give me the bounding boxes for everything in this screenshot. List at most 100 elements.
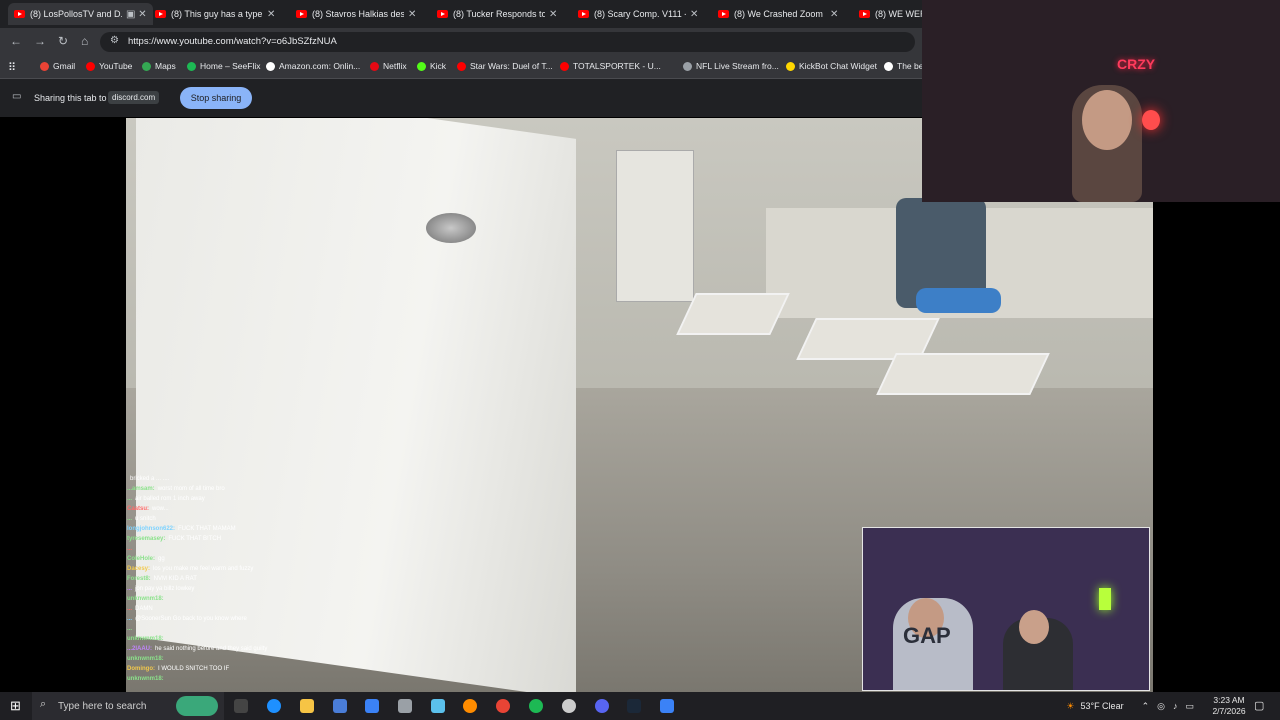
address-bar[interactable]: ⚙ https://www.youtube.com/watch?v=o6JbSZ… xyxy=(100,32,915,52)
chat-message: ... air balled rom 1 inch away xyxy=(127,494,427,504)
app-icon[interactable] xyxy=(562,699,576,713)
bookmark-totalsportek[interactable]: TOTALSPORTEK - U... xyxy=(560,61,661,71)
network-icon[interactable]: ◎ xyxy=(1157,701,1165,712)
tab[interactable]: (8) This guy has a type... ✕ xyxy=(155,3,275,25)
tab[interactable]: (8) WE WERE xyxy=(859,3,922,25)
home-icon[interactable]: ⌂ xyxy=(81,34,88,48)
chat-text: I WOULD SNITCH TOO IF xyxy=(158,666,230,672)
tab[interactable]: (8) We Crashed Zoom Me... ✕ xyxy=(718,3,838,25)
app-icon[interactable] xyxy=(398,699,412,713)
browser-icon[interactable] xyxy=(463,699,477,713)
diamond-icon xyxy=(884,61,893,71)
chat-text: he said nothing before and they said gui… xyxy=(155,646,268,652)
chat-text: u snitch xyxy=(135,516,156,522)
close-tab-icon[interactable]: ▣ ✕ xyxy=(126,9,147,20)
bookmark-the-be[interactable]: The be xyxy=(884,61,923,71)
guest-face-right xyxy=(1019,610,1049,644)
volume-icon[interactable]: ♪ xyxy=(1173,701,1178,711)
clock[interactable]: 3:23 AM 2/7/2026 xyxy=(1206,695,1252,717)
chat-text: DAMN xyxy=(135,606,153,612)
hoodie-text: GAP xyxy=(903,623,951,648)
kick-icon xyxy=(417,61,426,71)
chat-username: unknwnm18: xyxy=(127,676,164,682)
chat-username: unknwnm18: xyxy=(127,596,164,602)
bookmark-nfl-stream[interactable]: NFL Live Stream fro... xyxy=(683,61,779,71)
tab[interactable]: (8) Stavros Halkias destroy ✕ xyxy=(296,3,416,25)
seeflix-icon xyxy=(187,61,196,71)
chat-text: wow... xyxy=(152,506,169,512)
task-view-icon[interactable] xyxy=(234,699,248,713)
file-explorer-icon[interactable] xyxy=(300,699,314,713)
forward-icon[interactable]: → xyxy=(34,34,46,48)
chat-message: unknwnm18: xyxy=(127,654,427,664)
apps-icon[interactable]: ⠿ xyxy=(8,61,16,74)
discord-icon[interactable] xyxy=(595,699,609,713)
video-scene-bench xyxy=(676,293,790,335)
streamer-webcam: CRZY xyxy=(922,0,1280,202)
sharing-text: Sharing this tab to xyxy=(34,93,107,103)
close-tab-icon[interactable]: ✕ xyxy=(830,9,838,20)
chevron-up-icon[interactable]: ⌃ xyxy=(1142,701,1150,712)
tab-title: (8) This guy has a type... xyxy=(171,9,263,19)
kickbot-icon xyxy=(786,61,795,71)
chat-text: gg xyxy=(158,556,165,562)
sharing-domain: discord.com xyxy=(108,91,160,104)
bookmark-youtube[interactable]: YouTube xyxy=(86,61,132,71)
windows-start-icon[interactable]: ⊞ xyxy=(10,698,21,714)
bookmark-kickbot[interactable]: KickBot Chat Widget xyxy=(786,61,877,71)
youtube-icon xyxy=(718,10,729,18)
neon-sign: CRZY xyxy=(1117,56,1156,72)
close-tab-icon[interactable]: ✕ xyxy=(408,9,416,20)
youtube-icon xyxy=(578,10,589,18)
chat-username: ColeHole: xyxy=(127,556,156,562)
reload-icon[interactable]: ↻ xyxy=(58,34,68,48)
tab-active[interactable]: (8) LosPollosTV and D... ▣ ✕ xyxy=(8,3,153,25)
tab[interactable]: (8) Tucker Responds to the ✕ xyxy=(437,3,557,25)
bookmark-maps[interactable]: Maps xyxy=(142,61,176,71)
chat-message: ... u snitch xyxy=(127,514,427,524)
calculator-icon[interactable] xyxy=(365,699,379,713)
tab-title: (8) Stavros Halkias destroy xyxy=(312,9,404,19)
app-icon[interactable] xyxy=(660,699,674,713)
video-scene-back-door xyxy=(616,150,694,302)
chat-username: longjohnson622: xyxy=(127,526,175,532)
chrome-icon[interactable] xyxy=(496,699,510,713)
chat-message: ...2IAAU: he said nothing before and they… xyxy=(127,644,427,654)
screen-share-icon: ▭ xyxy=(12,91,22,102)
chat-username: Dacesy: xyxy=(127,566,151,572)
close-tab-icon[interactable]: ✕ xyxy=(690,9,698,20)
bookmark-amazon[interactable]: Amazon.com: Onlin... xyxy=(266,61,360,71)
bookmark-seeflix[interactable]: Home – SeeFlix xyxy=(187,61,260,71)
battery-icon[interactable]: ▭ xyxy=(1185,701,1194,712)
bookmark-star-wars[interactable]: Star Wars: Duel of T... xyxy=(457,61,553,71)
tab-sharing-bar: ▭ Sharing this tab to discord.com Stop s… xyxy=(0,79,922,117)
spotify-icon[interactable] xyxy=(529,699,543,713)
stop-sharing-button[interactable]: Stop sharing xyxy=(180,87,252,109)
app-icon[interactable] xyxy=(431,699,445,713)
youtube-icon xyxy=(437,10,448,18)
edge-icon[interactable] xyxy=(267,699,281,713)
maps-icon xyxy=(142,61,151,71)
chat-username: Caatsu: xyxy=(127,506,150,512)
close-tab-icon[interactable]: ✕ xyxy=(549,9,557,20)
notification-icon[interactable]: ▢ xyxy=(1254,699,1264,712)
chat-message: bricked a ... .... xyxy=(127,474,427,484)
tab[interactable]: (8) Scary Comp. V111 - Yo ✕ xyxy=(578,3,698,25)
chat-message: tyresemasey: FUCK THAT B!TCH xyxy=(127,534,427,544)
bookmark-netflix[interactable]: Netflix xyxy=(370,61,407,71)
bookmark-kick[interactable]: Kick xyxy=(417,61,446,71)
back-icon[interactable]: ← xyxy=(10,34,22,48)
steam-icon[interactable] xyxy=(627,699,641,713)
search-icon: ⌕ xyxy=(40,698,47,710)
netflix-icon xyxy=(370,61,379,71)
chat-text: bricked a ... .... xyxy=(130,476,170,482)
chat-message: unknwnm18: xyxy=(127,634,427,644)
store-icon[interactable] xyxy=(333,699,347,713)
search-highlight-icon[interactable] xyxy=(176,696,218,716)
weather-text[interactable]: 53°F Clear xyxy=(1080,701,1123,711)
bookmark-gmail[interactable]: Gmail xyxy=(40,61,75,71)
chat-message: Dacesy: los you make me feel warm and fuz… xyxy=(127,564,427,574)
site-info-icon[interactable]: ⚙ xyxy=(110,35,119,46)
close-tab-icon[interactable]: ✕ xyxy=(267,9,275,20)
chat-username: ... xyxy=(127,496,133,502)
